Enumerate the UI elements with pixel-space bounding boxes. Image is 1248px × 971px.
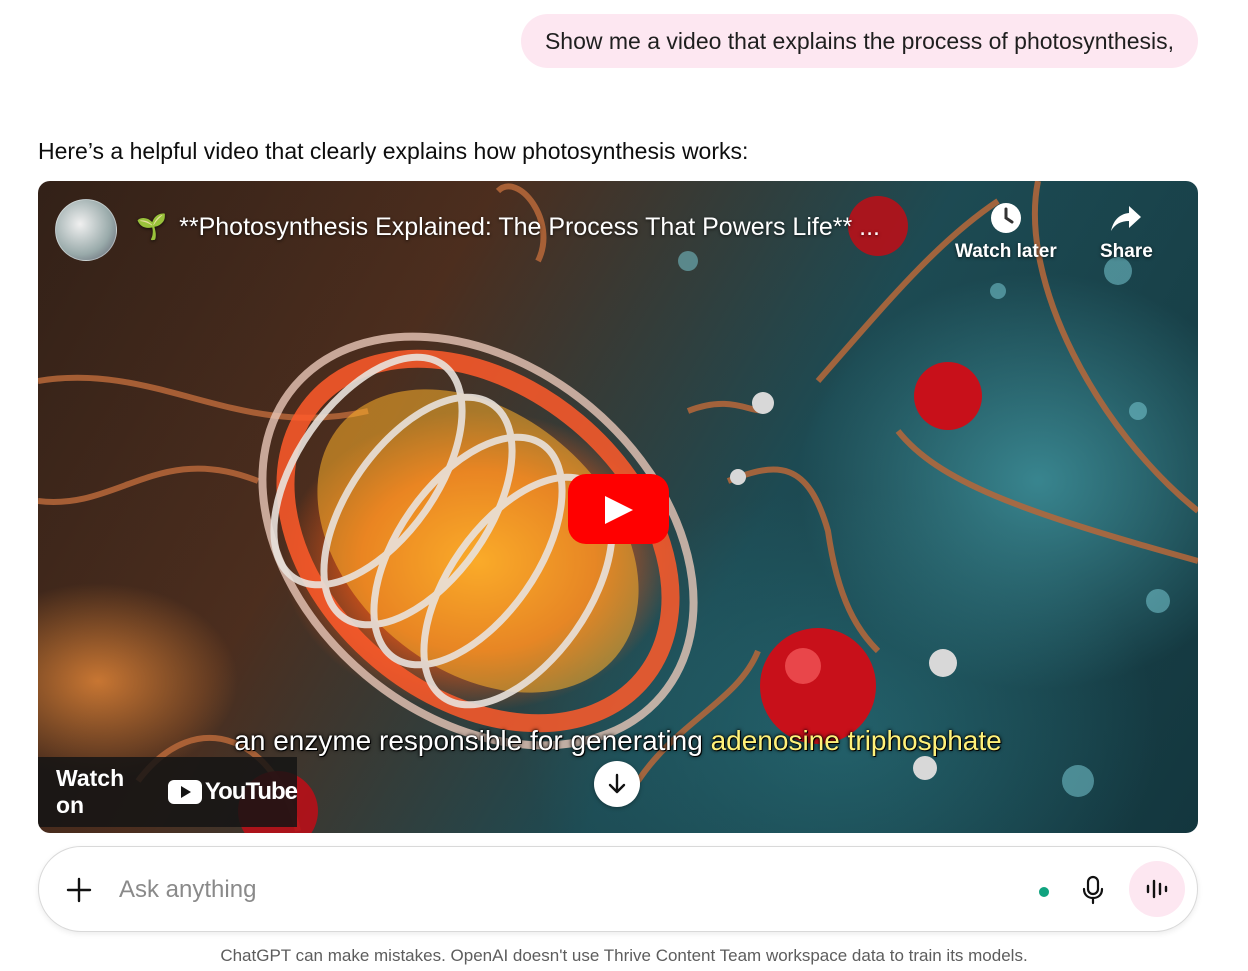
video-title[interactable]: 🌱 **Photosynthesis Explained: The Process… <box>136 213 880 242</box>
caption-highlight: adenosine triphosphate <box>710 725 1002 756</box>
scroll-down-button[interactable] <box>594 761 640 807</box>
microphone-icon[interactable] <box>1081 875 1105 905</box>
youtube-wordmark: YouTube <box>204 778 298 805</box>
share-arrow-icon <box>1111 206 1142 231</box>
voice-mode-button[interactable] <box>1129 861 1185 917</box>
video-title-text: **Photosynthesis Explained: The Process … <box>179 213 880 241</box>
caption-text: an enzyme responsible for generating <box>234 725 703 756</box>
watch-later-label: Watch later <box>955 241 1057 262</box>
share-button[interactable]: Share <box>1100 201 1153 263</box>
status-dot <box>1039 887 1049 897</box>
sprout-icon: 🌱 <box>136 213 168 241</box>
youtube-embed[interactable]: 🌱 **Photosynthesis Explained: The Process… <box>38 181 1198 833</box>
voice-mode-icon <box>1146 879 1168 899</box>
arrow-down-icon <box>608 773 626 794</box>
share-label: Share <box>1100 241 1153 262</box>
ask-anything-input[interactable] <box>117 869 1001 911</box>
message-composer <box>38 846 1198 932</box>
channel-avatar[interactable] <box>55 199 117 261</box>
clock-icon <box>990 203 1021 233</box>
assistant-intro-text: Here’s a helpful video that clearly expl… <box>38 138 749 164</box>
watch-on-youtube-button[interactable]: Watch on YouTube <box>38 757 298 827</box>
chat-page: Show me a video that explains the proces… <box>0 0 1248 971</box>
plus-icon[interactable] <box>65 876 93 904</box>
youtube-play-icon <box>167 780 202 804</box>
video-caption: an enzyme responsible for generating ade… <box>38 725 1198 757</box>
youtube-logo: YouTube <box>167 778 298 806</box>
watch-later-button[interactable]: Watch later <box>955 201 1057 263</box>
watch-on-label: Watch on <box>56 765 125 818</box>
disclaimer-text: ChatGPT can make mistakes. OpenAI doesn'… <box>220 946 1028 965</box>
user-message-bubble: Show me a video that explains the proces… <box>520 14 1198 68</box>
play-icon <box>605 496 633 524</box>
play-button[interactable] <box>568 474 669 544</box>
